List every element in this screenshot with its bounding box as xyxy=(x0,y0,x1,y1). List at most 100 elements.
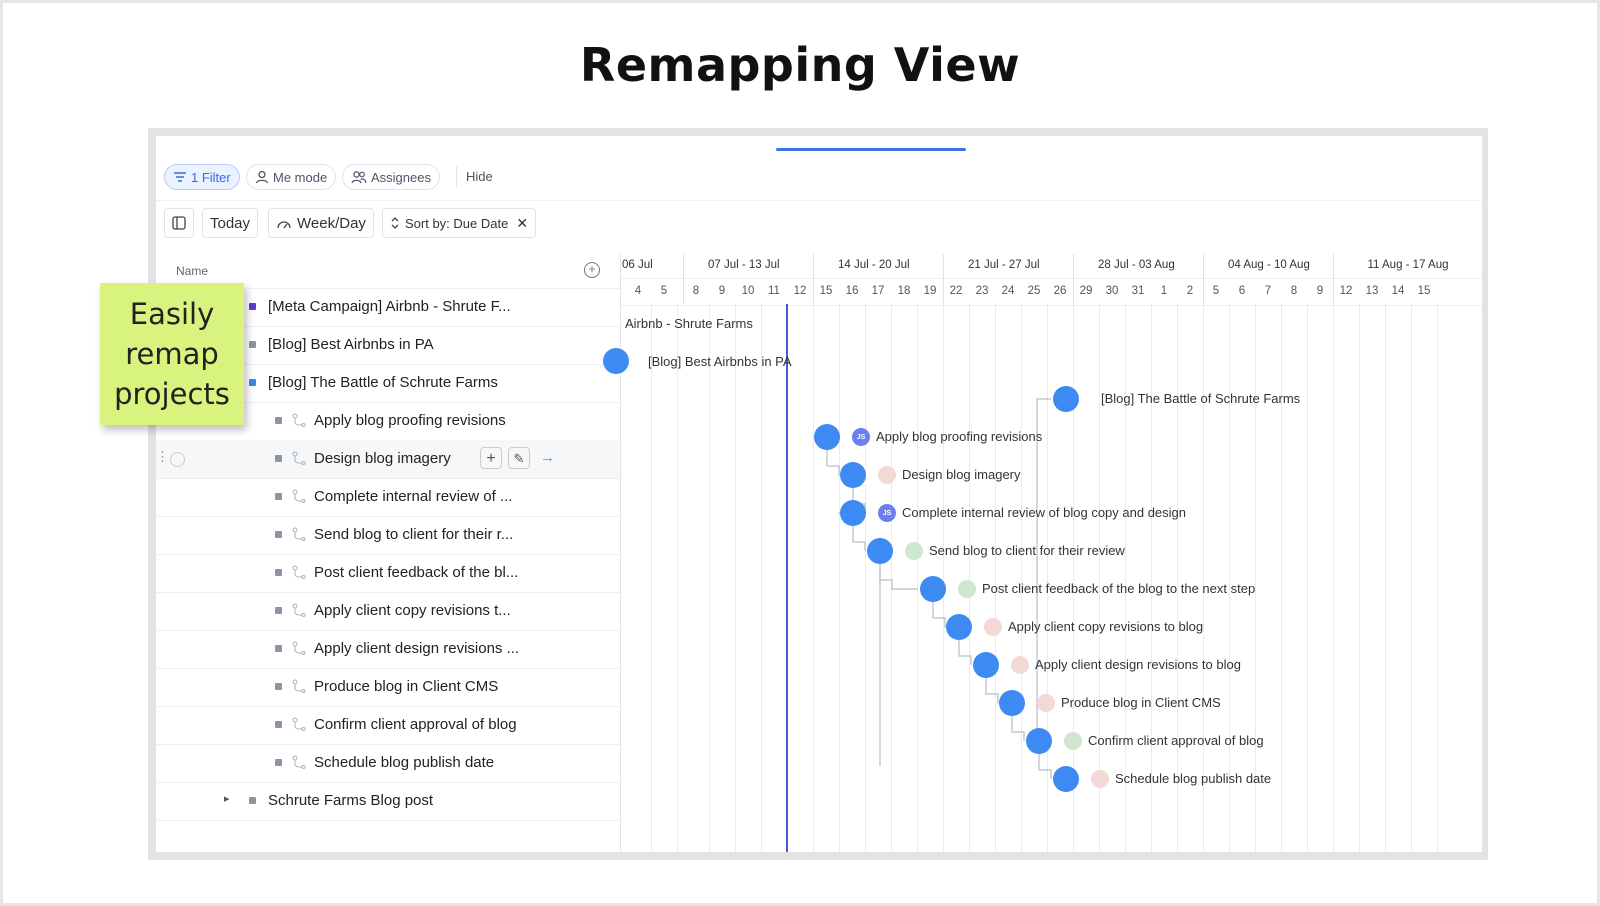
task-row[interactable]: Confirm client approval of blog xyxy=(156,706,620,745)
timeline-task-dot[interactable] xyxy=(814,424,840,450)
task-name: [Blog] The Battle of Schrute Farms xyxy=(268,374,498,391)
today-marker-line xyxy=(786,304,788,852)
expand-caret-icon[interactable]: ▸ xyxy=(224,792,230,805)
task-name: Design blog imagery xyxy=(314,450,451,467)
dependency-line xyxy=(1011,716,1025,741)
subtask-icon xyxy=(292,565,306,579)
task-row[interactable]: Produce blog in Client CMS xyxy=(156,668,620,707)
timeline-task-dot[interactable] xyxy=(867,538,893,564)
task-row[interactable]: Schedule blog publish date xyxy=(156,744,620,783)
task-name: Complete internal review of ... xyxy=(314,488,513,505)
timeline-item-label: Apply client design revisions to blog xyxy=(1035,657,1241,672)
subtask-icon xyxy=(292,679,306,693)
filter-bar: 1 Filter Me mode Assignees Hide xyxy=(156,154,1482,201)
timeline-task-dot[interactable] xyxy=(840,462,866,488)
dependency-line xyxy=(879,564,918,590)
me-mode-label: Me mode xyxy=(273,169,328,185)
gantt-timeline: 06 Jul 07 Jul - 13 Jul 14 Jul - 20 Jul 21 J… xyxy=(603,254,1482,852)
timeline-milestone-dot[interactable] xyxy=(603,348,629,374)
open-arrow-icon[interactable]: → xyxy=(540,449,555,466)
timeline-item-label: Design blog imagery xyxy=(902,467,1021,482)
name-column-header: Name xyxy=(176,264,209,278)
subtask-icon xyxy=(292,603,306,617)
sticky-note-line: Easily xyxy=(129,297,215,331)
gauge-icon xyxy=(277,221,291,229)
subtask-icon xyxy=(292,451,306,465)
task-row[interactable]: Design blog imagery ⋮ + ✎ → xyxy=(156,440,620,479)
timeline-item-label: Produce blog in Client CMS xyxy=(1061,695,1221,710)
subtask-icon xyxy=(292,489,306,503)
edit-pencil-icon[interactable]: ✎ xyxy=(508,447,530,469)
timeline-item-label: Apply client copy revisions to blog xyxy=(1008,619,1204,634)
toggle-sidebar-button[interactable] xyxy=(164,208,194,238)
subtask-icon xyxy=(292,755,306,769)
timeline-task-dot[interactable] xyxy=(840,500,866,526)
screenshot-frame: 1 Filter Me mode Assignees Hide Today We… xyxy=(148,128,1488,860)
add-subtask-icon[interactable]: + xyxy=(480,447,502,469)
task-status-marker xyxy=(275,683,282,690)
week-day-button[interactable]: Week/Day xyxy=(268,208,374,238)
assignee-avatar xyxy=(905,542,923,560)
select-checkbox[interactable] xyxy=(170,452,185,467)
clear-sort-icon[interactable]: ✕ xyxy=(516,215,528,232)
toolbar-divider xyxy=(456,166,457,188)
task-name: Schedule blog publish date xyxy=(314,754,495,771)
timeline-task-dot[interactable] xyxy=(973,652,999,678)
task-status-marker xyxy=(275,607,282,614)
assignees-button[interactable]: Assignees xyxy=(342,164,440,190)
sticky-note-line: projects xyxy=(114,377,230,411)
timeline-item-label: [Blog] Best Airbnbs in PA xyxy=(648,354,792,369)
task-row[interactable]: Post client feedback of the bl... xyxy=(156,554,620,593)
dependency-line xyxy=(932,602,946,628)
slide-title: Remapping View xyxy=(579,38,1021,92)
assignee-avatar xyxy=(1064,732,1082,750)
timeline-task-dot[interactable] xyxy=(1053,766,1079,792)
drag-handle-icon[interactable]: ⋮ xyxy=(156,449,169,465)
timeline-task-dot[interactable] xyxy=(920,576,946,602)
sort-label: Sort by: Due Date xyxy=(405,215,509,231)
sort-button[interactable]: Sort by: Due Date ✕ xyxy=(382,208,537,238)
users-icon xyxy=(351,171,367,184)
task-status-marker xyxy=(275,721,282,728)
subtask-icon xyxy=(292,527,306,541)
task-status-marker xyxy=(275,493,282,500)
sticky-note-line: remap xyxy=(125,337,219,371)
task-row[interactable]: Apply client design revisions ... xyxy=(156,630,620,669)
timeline-task-dot[interactable] xyxy=(999,690,1025,716)
add-column-icon[interactable]: + xyxy=(584,262,600,278)
task-status-marker xyxy=(275,531,282,538)
filter-button[interactable]: 1 Filter xyxy=(164,164,240,190)
assignee-avatar xyxy=(984,618,1002,636)
task-status-marker xyxy=(275,417,282,424)
task-row[interactable]: Complete internal review of ... xyxy=(156,478,620,517)
task-row[interactable]: ▸ Schrute Farms Blog post xyxy=(156,782,620,821)
user-icon xyxy=(255,170,269,184)
task-row[interactable]: Send blog to client for their r... xyxy=(156,516,620,555)
task-row[interactable]: Apply client copy revisions t... xyxy=(156,592,620,631)
task-name: Send blog to client for their r... xyxy=(314,526,514,543)
task-status-marker xyxy=(249,379,256,386)
today-button[interactable]: Today xyxy=(202,208,259,238)
dependency-line xyxy=(826,450,840,476)
hide-button[interactable]: Hide xyxy=(466,169,493,184)
dependency-line xyxy=(958,640,972,665)
timeline-item-label: Send blog to client for their review xyxy=(929,543,1125,558)
timeline-task-dot[interactable] xyxy=(946,614,972,640)
sidebar-icon xyxy=(172,216,186,230)
assignees-label: Assignees xyxy=(371,169,431,185)
subtask-icon xyxy=(292,717,306,731)
week-day-label: Week/Day xyxy=(297,214,366,232)
task-status-marker xyxy=(275,569,282,576)
timeline-task-dot[interactable] xyxy=(1026,728,1052,754)
task-name: Produce blog in Client CMS xyxy=(314,678,499,695)
subtask-icon xyxy=(292,641,306,655)
timeline-task-dot[interactable] xyxy=(1053,386,1079,412)
task-status-marker xyxy=(249,797,256,804)
me-mode-button[interactable]: Me mode xyxy=(246,164,337,190)
dependency-line xyxy=(852,526,866,551)
task-name: Apply client design revisions ... xyxy=(314,640,520,657)
active-tab-indicator xyxy=(776,148,966,151)
task-name: [Meta Campaign] Airbnb - Shrute F... xyxy=(268,298,511,315)
filter-icon xyxy=(174,172,186,182)
assignee-avatar: JS xyxy=(878,504,896,522)
